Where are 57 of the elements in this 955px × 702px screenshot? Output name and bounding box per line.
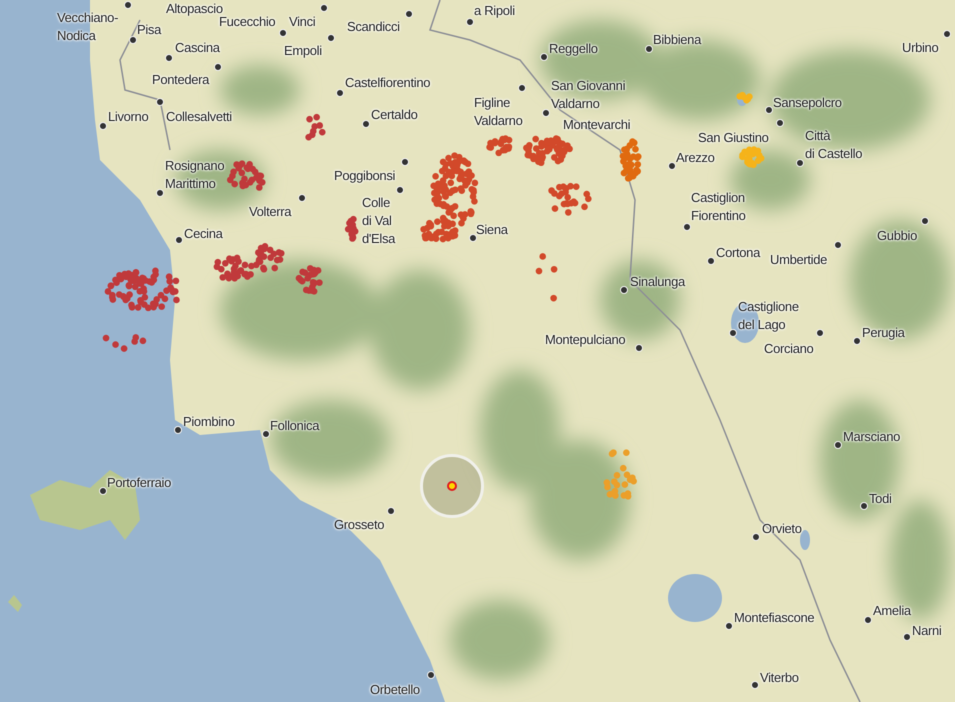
city-label: Rosignano Marittimo: [165, 157, 224, 193]
city-label: Fucecchio: [219, 14, 276, 31]
city-label: Piombino: [183, 413, 235, 431]
city-label: Follonica: [270, 417, 320, 435]
city-label: Marsciano: [843, 428, 900, 446]
city-label: Grosseto: [334, 516, 384, 534]
city-label: Castiglion Fiorentino: [691, 189, 746, 225]
city-label: Amelia: [873, 602, 911, 620]
city-label: Castelfiorentino: [345, 74, 430, 92]
city-marker: [469, 234, 477, 242]
city-label: Siena: [476, 221, 508, 239]
city-label: Scandicci: [347, 18, 400, 36]
city-label: Cortona: [716, 244, 760, 262]
city-label: Sinalunga: [630, 273, 685, 291]
city-label: Empoli: [284, 42, 322, 60]
city-label: Vinci: [289, 13, 316, 31]
city-label: Orvieto: [762, 520, 802, 538]
city-label: Figline Valdarno: [474, 94, 522, 130]
city-marker: [668, 162, 676, 170]
city-label: Montevarchi: [563, 116, 630, 134]
city-label: Todi: [869, 490, 892, 508]
city-marker: [645, 45, 653, 53]
city-marker: [765, 106, 773, 114]
city-label: Castiglione del Lago: [738, 298, 799, 334]
city-label: Pisa: [137, 21, 161, 39]
city-label: Pontedera: [152, 71, 210, 89]
city-label: Arezzo: [676, 149, 715, 167]
city-label: Perugia: [862, 324, 905, 342]
city-marker: [99, 487, 107, 495]
city-label: Vecchiano- Nodica: [57, 9, 118, 45]
city-label: Urbino: [902, 39, 938, 57]
city-label: Certaldo: [371, 106, 418, 124]
city-label: Reggello: [549, 40, 598, 58]
city-label: Città di Castello: [805, 127, 862, 163]
city-marker: [262, 430, 270, 438]
city-label: Poggibonsi: [334, 167, 396, 185]
city-label: Narni: [912, 622, 942, 640]
city-label: San Giovanni Valdarno: [551, 77, 626, 113]
city-label: a Ripoli: [474, 2, 515, 20]
city-label: Livorno: [108, 108, 148, 126]
city-label: Orbetello: [370, 681, 420, 699]
city-label: San Giustino: [698, 129, 769, 147]
city-label: Portoferraio: [107, 474, 172, 492]
city-label: Bibbiena: [653, 31, 701, 49]
city-label: Altopascio: [166, 0, 223, 16]
city-label: Viterbo: [760, 669, 799, 687]
city-label: Volterra: [249, 203, 292, 221]
city-label: Montefiascone: [734, 609, 814, 627]
city-label: Sansepolcro: [773, 94, 842, 112]
city-label: Collesalvetti: [166, 108, 232, 126]
city-label: Umbertide: [770, 251, 828, 269]
city-label: Corciano: [764, 340, 814, 358]
city-label: Cascina: [175, 39, 220, 57]
city-label: Cecina: [184, 225, 223, 243]
city-label: Colle di Val d'Elsa: [362, 194, 396, 248]
city-label: Montepulciano: [545, 331, 626, 349]
city-label: Gubbio: [877, 227, 917, 245]
